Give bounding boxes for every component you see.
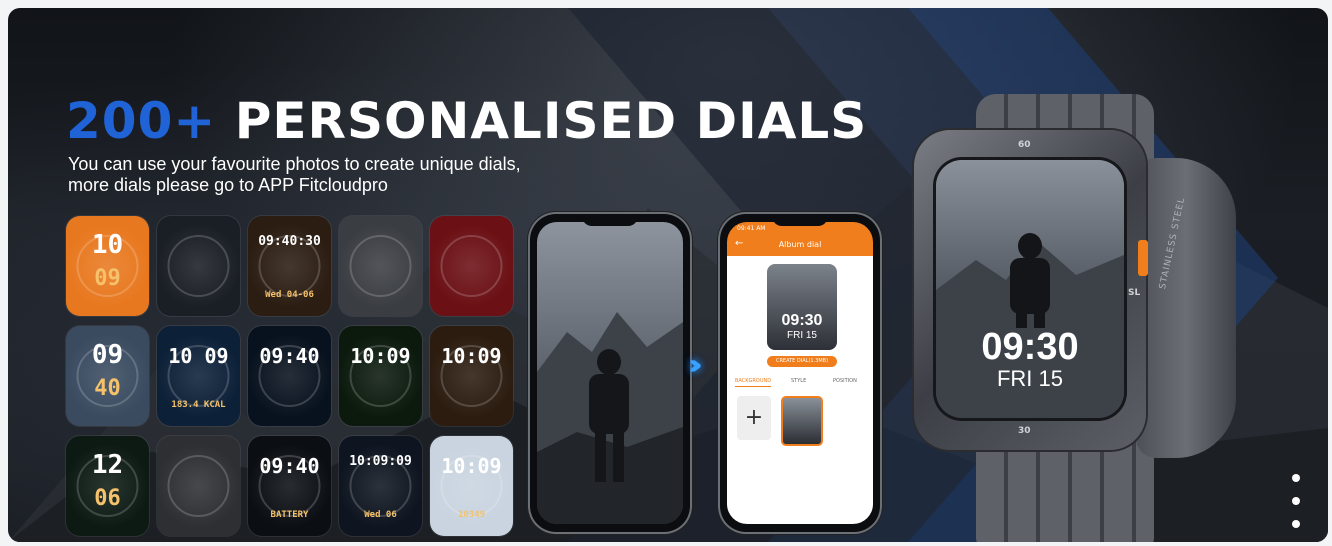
- app-screen: 09:41 AM ← Album dial 09:30 FRI 15 CREAT…: [727, 222, 873, 524]
- dial-subtext: Wed 04-06: [265, 290, 314, 300]
- photo-thumbnail[interactable]: [781, 396, 823, 446]
- dial-time: 10:09: [441, 454, 502, 478]
- dial-subtext: 06: [94, 486, 121, 511]
- dial-ring-decoration: [258, 235, 321, 297]
- dial-planet[interactable]: 09:40: [248, 326, 331, 426]
- phone-app: 09:41 AM ← Album dial 09:30 FRI 15 CREAT…: [720, 214, 880, 532]
- dial-preview: 09:30 FRI 15: [767, 264, 837, 350]
- carousel-dots: [1292, 474, 1302, 542]
- dial-orange-battery[interactable]: 09:40 BATTERY: [248, 436, 331, 536]
- tab-background[interactable]: BACKGROUND: [735, 378, 772, 387]
- tab-style[interactable]: STYLE: [791, 378, 806, 384]
- headline-number: 200+: [66, 92, 217, 150]
- bezel-label-side: SL: [1128, 288, 1141, 298]
- dial-gold-flower[interactable]: 09:40:30 Wed 04-06: [248, 216, 331, 316]
- dial-astronaut[interactable]: 09 40: [66, 326, 149, 426]
- dial-subtext: 183.4 KCAL: [171, 400, 226, 410]
- dial-subtext: 09: [94, 266, 121, 291]
- dial-subtext: Wed 06: [364, 510, 397, 520]
- add-photo-button[interactable]: +: [737, 396, 771, 440]
- dial-astronaut-white[interactable]: 10:09 10349: [430, 436, 513, 536]
- phone-photo-screen: [537, 222, 683, 524]
- headline-text: PERSONALISED DIALS: [234, 92, 868, 150]
- dial-ring-decoration: [349, 455, 412, 517]
- watch-date: FRI 15: [996, 366, 1064, 391]
- dial-chrono-red-blue[interactable]: [157, 216, 240, 316]
- dial-time: 10:09:09: [349, 454, 412, 469]
- dial-skeleton-grey[interactable]: [339, 216, 422, 316]
- preview-date: FRI 15: [786, 330, 817, 341]
- hero-banner: 200+ PERSONALISED DIALS You can use your…: [8, 8, 1328, 542]
- bezel-label-bottom: 30: [1018, 426, 1031, 436]
- dial-ring-decoration: [167, 455, 230, 517]
- dial-time: 12: [91, 450, 124, 480]
- app-header: 09:41 AM ← Album dial: [727, 222, 873, 256]
- subtitle-line-1: You can use your favourite photos to cre…: [68, 154, 521, 174]
- dial-red-mechanical[interactable]: [430, 216, 513, 316]
- watch-crown: [1138, 240, 1148, 276]
- dial-ring-decoration: [349, 345, 412, 407]
- dial-ring-decoration: [440, 455, 503, 517]
- preview-time: 09:30: [781, 312, 823, 329]
- dial-time: 10:09: [441, 344, 502, 368]
- subtitle-line-2: more dials please go to APP Fitcloudpro: [68, 175, 388, 195]
- dial-ring-decoration: [167, 235, 230, 297]
- dial-ring-decoration: [349, 235, 412, 297]
- dial-green-gears[interactable]: 10:09: [339, 326, 422, 426]
- dial-ring-decoration: [167, 345, 230, 407]
- carousel-dot-3[interactable]: [1292, 520, 1300, 528]
- dial-time: 09:40: [259, 344, 320, 368]
- dial-gallery: 10 09 09:40:30 Wed 04-06 09 40 10 09 183.4 KCAL…: [66, 216, 513, 538]
- phone-photo: [530, 214, 690, 532]
- watch-screen: 09:30 FRI 15: [936, 160, 1124, 418]
- dial-ring-decoration: [440, 345, 503, 407]
- dial-subtext: 40: [94, 376, 121, 401]
- dial-time: 10 09: [168, 344, 229, 368]
- dial-green-analog[interactable]: 12 06: [66, 436, 149, 536]
- dial-steel-mechanical[interactable]: [157, 436, 240, 536]
- dial-time: 10: [91, 230, 124, 260]
- dial-blue-body[interactable]: 10 09 183.4 KCAL: [157, 326, 240, 426]
- dial-ring-decoration: [258, 345, 321, 407]
- dial-ring-decoration: [440, 235, 503, 297]
- dial-sport-car[interactable]: 10:09:09 Wed 06: [339, 436, 422, 536]
- headline: 200+ PERSONALISED DIALS: [66, 96, 867, 146]
- tab-position[interactable]: POSITION: [833, 378, 857, 384]
- status-time: 09:41 AM: [737, 225, 766, 232]
- phone-notch: [582, 214, 638, 226]
- carousel-dot-1[interactable]: [1292, 474, 1300, 482]
- dial-time: 10:09: [350, 344, 411, 368]
- dial-time: 09: [91, 340, 124, 370]
- watch-time: 09:30: [981, 326, 1079, 368]
- dial-ring-decoration: [258, 455, 321, 517]
- dial-bronze-gears[interactable]: 10:09: [430, 326, 513, 426]
- dial-tabs: BACKGROUND STYLE POSITION: [727, 374, 873, 388]
- app-title: Album dial: [778, 240, 822, 249]
- dial-subtext: BATTERY: [270, 510, 309, 520]
- dial-time: 09:40:30: [258, 234, 321, 249]
- dial-subtext: 10349: [457, 510, 486, 520]
- carousel-dot-2[interactable]: [1292, 497, 1300, 505]
- dial-orange-digital[interactable]: 10 09: [66, 216, 149, 316]
- bezel-label-top: 60: [1018, 140, 1031, 150]
- create-dial-button[interactable]: CREATE DIAL(1.3MB): [767, 356, 837, 367]
- arrow-chevron-icon: ›››: [688, 348, 702, 381]
- hiker-photo: [537, 312, 683, 524]
- phone-notch: [772, 214, 828, 226]
- subtitle: You can use your favourite photos to cre…: [68, 154, 521, 196]
- app-body: 09:30 FRI 15 CREATE DIAL(1.3MB) BACKGROU…: [727, 256, 873, 524]
- dial-time: 09:40: [259, 454, 320, 478]
